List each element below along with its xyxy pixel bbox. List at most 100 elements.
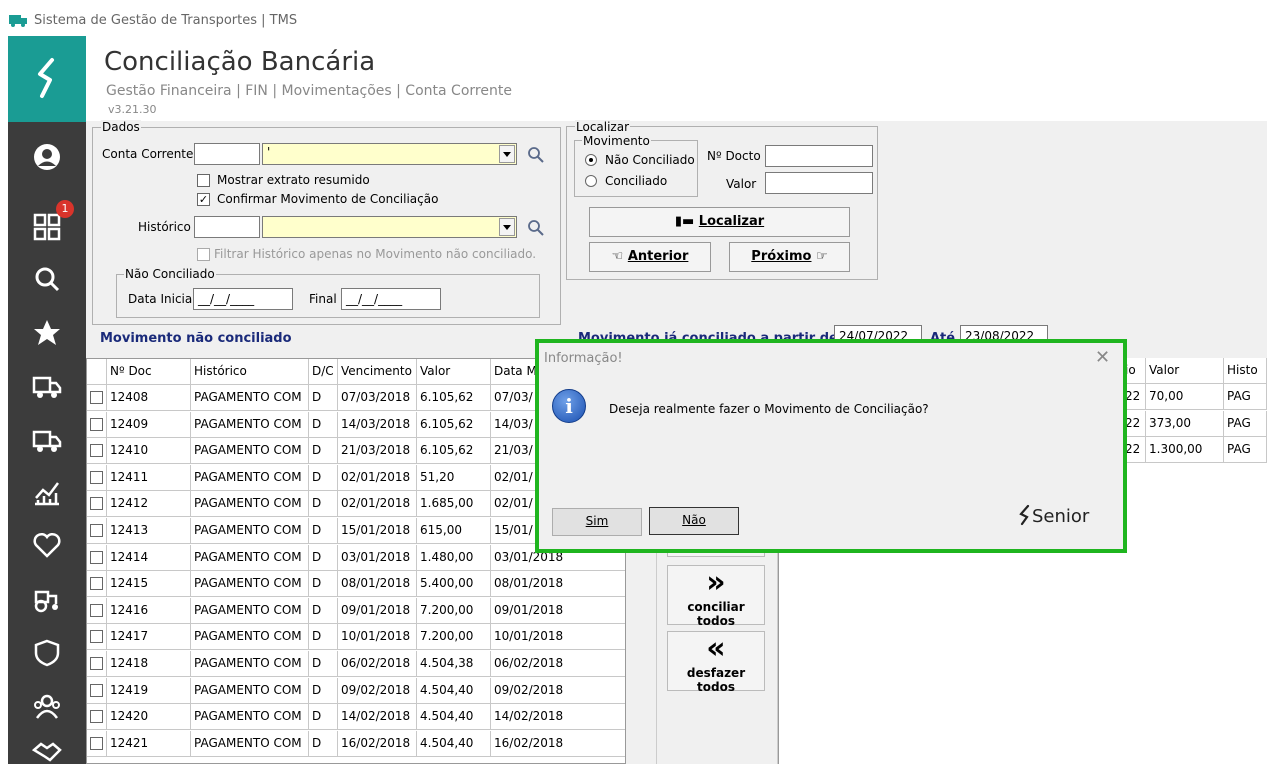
final-input[interactable]: __/__/____ [341, 288, 441, 310]
table-cell: 4.504,40 [417, 704, 491, 731]
window-title-bar: Sistema de Gestão de Transportes | TMS [0, 0, 1267, 36]
table-row[interactable]: 12417 PAGAMENTO COM D 10/01/2018 7.200,00 10/… [87, 624, 625, 651]
star-icon[interactable] [32, 318, 62, 348]
table-cell: D [309, 464, 338, 491]
people-icon[interactable] [32, 692, 62, 722]
table-cell: PAGAMENTO COM [191, 571, 309, 598]
table-cell: PAGAMENTO COM [191, 677, 309, 704]
shield-icon[interactable] [32, 638, 62, 668]
row-checkbox[interactable] [90, 710, 103, 724]
tractor-icon[interactable] [32, 584, 62, 614]
table-row[interactable]: 12418 PAGAMENTO COM D 06/02/2018 4.504,38 06/… [87, 651, 625, 677]
mov-nao-conciliado-title: Movimento não conciliado [100, 331, 292, 346]
filtrar-historico-checkbox[interactable] [197, 248, 210, 261]
mostrar-extrato-checkbox[interactable] [197, 174, 210, 187]
truck-icon[interactable] [32, 426, 62, 456]
double-chevron-left-icon: « [706, 631, 726, 666]
row-checkbox[interactable] [90, 630, 103, 644]
column-header[interactable]: D/C [309, 359, 338, 385]
header-select-cell [87, 359, 107, 385]
column-header[interactable]: Vencimento [338, 359, 417, 385]
radio-nao-conciliado[interactable] [585, 154, 597, 166]
heart-icon[interactable] [32, 530, 62, 560]
row-checkbox[interactable] [90, 524, 103, 537]
chevron-down-icon[interactable] [499, 218, 515, 236]
row-checkbox[interactable] [90, 470, 103, 484]
table-row[interactable]: 12416 PAGAMENTO COM D 09/01/2018 7.200,00 09/… [87, 597, 625, 624]
column-header[interactable]: Histórico [191, 359, 309, 385]
desfazer-todos-button[interactable]: « desfazer todos [667, 631, 765, 694]
close-icon[interactable]: ✕ [1095, 347, 1110, 368]
column-header[interactable]: Histo [1224, 358, 1267, 384]
conta-corrente-input[interactable] [194, 143, 260, 165]
row-checkbox[interactable] [90, 577, 103, 591]
valor-input[interactable] [765, 172, 873, 194]
row-checkbox[interactable] [90, 497, 103, 511]
app-icon [9, 15, 27, 27]
table-cell: PAGAMENTO COM [191, 544, 309, 571]
radio-conciliado[interactable] [585, 175, 597, 187]
final-label: Final [309, 292, 337, 306]
table-cell: 615,00 [417, 518, 491, 544]
historico-combo[interactable] [262, 216, 517, 238]
row-checkbox[interactable] [90, 444, 103, 458]
row-checkbox[interactable] [90, 683, 103, 697]
table-cell: D [309, 704, 338, 731]
row-checkbox[interactable] [90, 736, 103, 750]
table-cell: 09/01/2018 [491, 598, 625, 624]
table-cell: PAGAMENTO COM [191, 438, 309, 465]
table-cell: PAG [1224, 410, 1267, 437]
row-checkbox[interactable] [90, 657, 103, 670]
row-select-cell [87, 571, 107, 598]
row-select-cell [87, 624, 107, 651]
table-cell: 7.200,00 [417, 597, 491, 624]
column-header[interactable]: Valor [417, 359, 491, 385]
senior-logo-icon [1019, 504, 1030, 526]
table-cell: 51,20 [417, 464, 491, 491]
row-select-cell [87, 385, 107, 411]
search-icon[interactable] [526, 145, 546, 165]
table-cell: 12416 [107, 597, 191, 624]
user-icon[interactable] [32, 142, 62, 172]
row-checkbox[interactable] [90, 550, 103, 564]
radio-nao-conciliado-label: Não Conciliado [605, 153, 695, 167]
ndocto-input[interactable] [765, 145, 873, 167]
truck-icon[interactable] [32, 372, 62, 402]
column-header[interactable]: Nº Doc [107, 359, 191, 385]
sim-button[interactable]: Sim [552, 508, 642, 536]
anterior-button[interactable]: ☜ Anterior [589, 242, 711, 272]
row-select-cell [87, 464, 107, 491]
localizar-button[interactable]: ▮▬ Localizar [589, 207, 850, 237]
table-row[interactable]: 12421 PAGAMENTO COM D 16/02/2018 4.504,40 16/… [87, 730, 625, 757]
apps-icon[interactable] [32, 212, 62, 242]
ndocto-label: Nº Docto [707, 149, 761, 163]
confirmar-mov-checkbox[interactable]: ✓ [197, 193, 210, 206]
table-cell: 09/01/2018 [338, 597, 417, 624]
historico-input[interactable] [194, 216, 260, 238]
row-select-cell [87, 518, 107, 544]
table-row[interactable]: 12420 PAGAMENTO COM D 14/02/2018 4.504,40 14/… [87, 704, 625, 731]
row-checkbox[interactable] [90, 603, 103, 617]
table-cell: D [309, 677, 338, 704]
proximo-button[interactable]: Próximo ☞ [729, 242, 850, 272]
table-cell: 12408 [107, 385, 191, 411]
row-checkbox[interactable] [90, 391, 103, 404]
row-checkbox[interactable] [90, 417, 103, 431]
column-header[interactable]: Valor [1146, 358, 1224, 384]
row-select-cell [87, 597, 107, 624]
data-inicial-input[interactable]: __/__/____ [193, 288, 293, 310]
row-select-cell [87, 704, 107, 731]
conciliar-todos-button[interactable]: » conciliar todos [667, 565, 765, 628]
senior-logo[interactable] [8, 36, 86, 122]
conta-corrente-combo[interactable]: ' [262, 143, 517, 165]
table-row[interactable]: 12415 PAGAMENTO COM D 08/01/2018 5.400,00 08/… [87, 571, 625, 598]
search-icon[interactable] [32, 264, 62, 294]
nao-button[interactable]: Não [649, 507, 739, 535]
table-cell: 373,00 [1146, 410, 1224, 437]
table-row[interactable]: 12419 PAGAMENTO COM D 09/02/2018 4.504,40 09/… [87, 677, 625, 704]
table-cell: PAG [1224, 437, 1267, 464]
chevron-down-icon[interactable] [499, 145, 515, 163]
search-icon[interactable] [526, 218, 546, 238]
table-cell: 12421 [107, 730, 191, 757]
chart-icon[interactable] [32, 478, 62, 508]
